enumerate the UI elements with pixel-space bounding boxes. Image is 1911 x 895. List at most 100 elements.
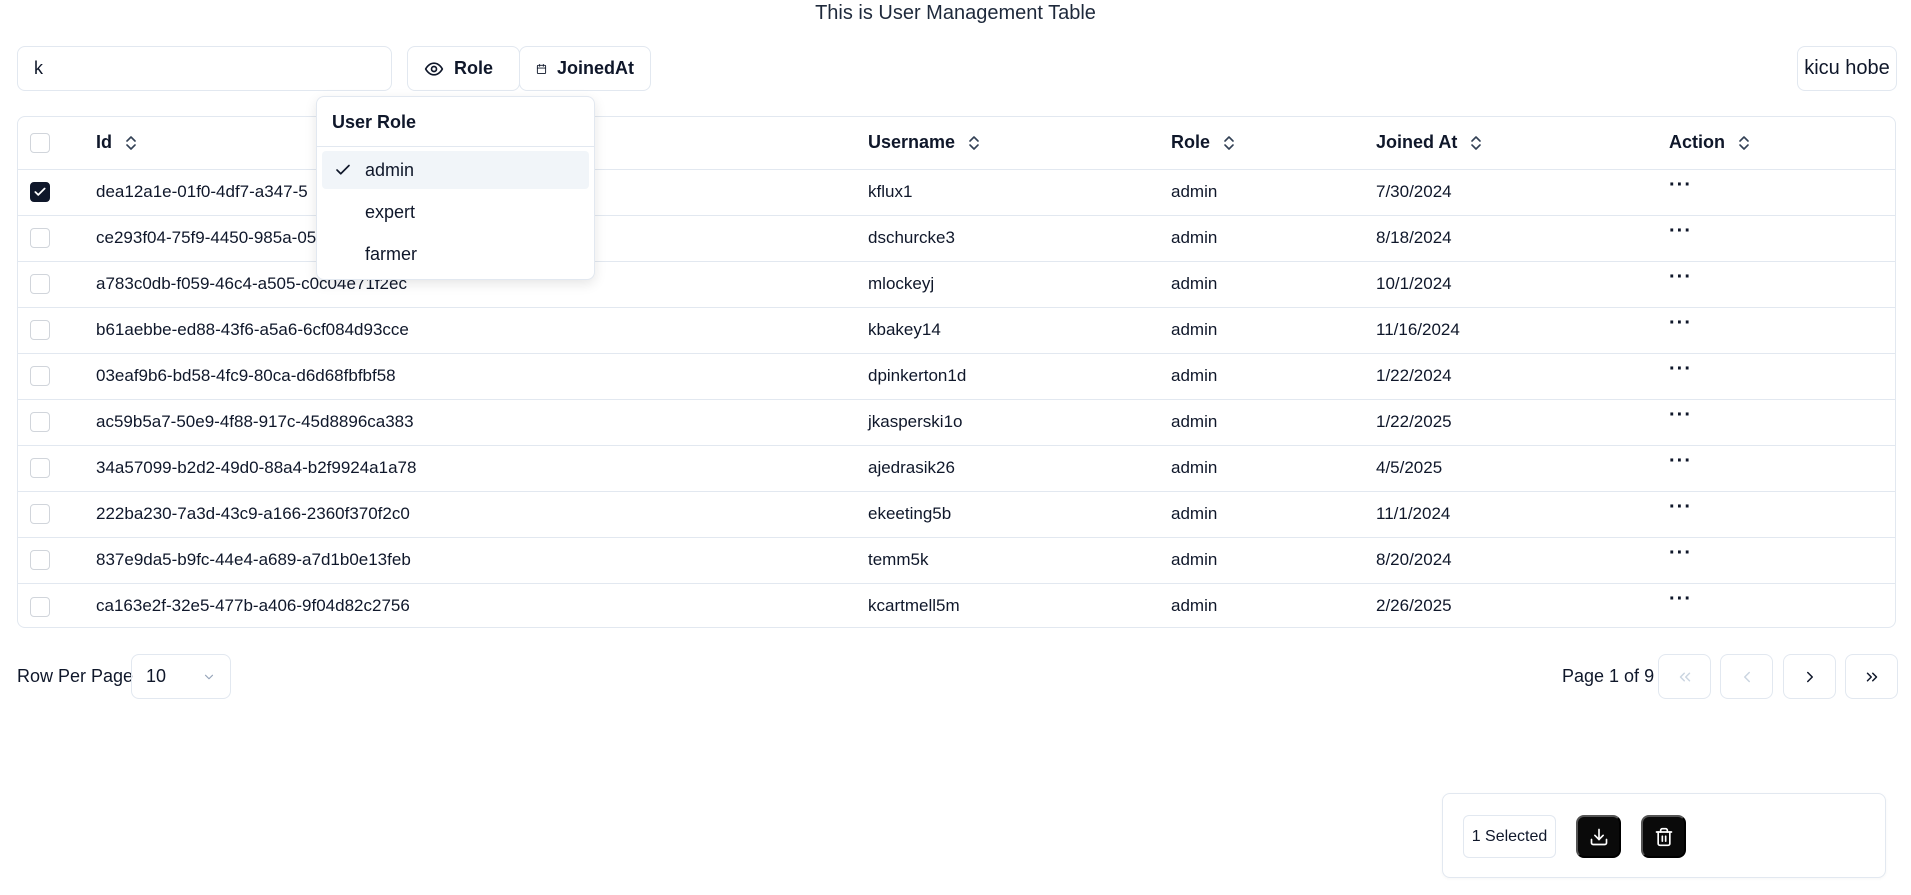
dropdown-title: User Role (317, 97, 594, 147)
cell-id: ca163e2f-32e5-477b-a406-9f04d82c2756 (96, 596, 410, 616)
row-checkbox[interactable] (30, 320, 50, 341)
cell-role: admin (1171, 458, 1218, 477)
chevron-right-icon (1806, 671, 1813, 682)
cell-action: ··· (1669, 261, 1895, 307)
joined-filter-button[interactable]: JoinedAt (519, 46, 651, 91)
calendar-icon (536, 63, 547, 74)
joined-filter-label: JoinedAt (556, 58, 634, 78)
table-row[interactable]: 03eaf9b6-bd58-4fc9-80ca-d6d68fbfbf58 dpin… (18, 353, 1895, 399)
chevrons-left-icon (1679, 672, 1690, 681)
cell-role: admin (1171, 596, 1218, 616)
role-filter-dropdown: User Role admin expert farmer (316, 96, 595, 280)
sort-icon[interactable] (124, 134, 138, 152)
table-row[interactable]: 222ba230-7a3d-43c9-a166-2360f370f2c0 ekee… (18, 491, 1895, 537)
dropdown-option-admin[interactable]: admin (322, 151, 589, 189)
sort-icon[interactable] (1222, 134, 1236, 152)
sort-icon[interactable] (1469, 134, 1483, 152)
user-menu-button[interactable]: kicu hobe (1797, 46, 1897, 91)
table-row[interactable]: b61aebbe-ed88-43f6-a5a6-6cf084d93cce kbak… (18, 307, 1895, 353)
role-filter-button[interactable]: Role (407, 46, 520, 91)
cell-id: ac59b5a7-50e9-4f88-917c-45d8896ca383 (96, 412, 414, 431)
next-page-button[interactable] (1783, 654, 1836, 699)
chevron-down-icon (204, 674, 214, 679)
user-table: Id Username Role Joined At Action dea12a… (17, 116, 1896, 628)
row-checkbox[interactable] (30, 550, 50, 571)
cell-username: temm5k (868, 550, 929, 569)
table-row[interactable]: dea12a1e-01f0-4df7-a347-5 kflux1 admin 7/30… (18, 169, 1895, 215)
more-horizontal-icon[interactable]: ··· (1669, 451, 1692, 471)
row-checkbox[interactable] (30, 596, 50, 617)
role-filter-label: Role (454, 58, 494, 78)
more-horizontal-icon[interactable]: ··· (1669, 543, 1692, 563)
row-checkbox[interactable] (30, 366, 50, 387)
search-input[interactable] (17, 46, 392, 91)
table-row[interactable]: ac59b5a7-50e9-4f88-917c-45d8896ca383 jkas… (18, 399, 1895, 445)
column-header-role[interactable]: Role (1171, 132, 1210, 153)
row-checkbox[interactable] (30, 228, 50, 249)
cell-joined-at: 11/1/2024 (1376, 504, 1451, 523)
dropdown-option-label: expert (365, 201, 416, 222)
cell-action: ··· (1669, 399, 1895, 445)
cell-username: dschurcke3 (868, 228, 955, 247)
dropdown-option-label: farmer (365, 243, 418, 264)
more-horizontal-icon[interactable]: ··· (1669, 221, 1692, 241)
first-page-button[interactable] (1658, 654, 1711, 699)
cell-username: dpinkerton1d (868, 366, 967, 385)
table-row[interactable]: ce293f04-75f9-4450-985a-05 dschurcke3 admi… (18, 215, 1895, 261)
cell-role: admin (1171, 320, 1218, 339)
dropdown-option-label: admin (365, 159, 415, 180)
more-horizontal-icon[interactable]: ··· (1669, 405, 1692, 425)
last-page-button[interactable] (1845, 654, 1898, 699)
sort-icon[interactable] (1737, 134, 1751, 152)
cell-joined-at: 7/30/2024 (1376, 182, 1452, 201)
delete-button[interactable] (1641, 815, 1686, 858)
cell-action: ··· (1669, 445, 1895, 491)
trash-icon (1655, 827, 1672, 846)
column-header-joined-at[interactable]: Joined At (1376, 132, 1457, 153)
cell-username: ajedrasik26 (868, 458, 955, 477)
more-horizontal-icon[interactable]: ··· (1669, 175, 1692, 195)
row-checkbox[interactable] (30, 504, 50, 525)
cell-role: admin (1171, 228, 1218, 247)
more-horizontal-icon[interactable]: ··· (1669, 267, 1692, 287)
cell-role: admin (1171, 550, 1218, 569)
cell-role: admin (1171, 412, 1218, 431)
cell-action: ··· (1669, 537, 1895, 583)
rows-per-page-label: Row Per Page (17, 666, 134, 686)
cell-id: 03eaf9b6-bd58-4fc9-80ca-d6d68fbfbf58 (96, 366, 396, 385)
row-checkbox[interactable] (30, 182, 50, 203)
table-row[interactable]: 34a57099-b2d2-49d0-88a4-b2f9924a1a78 ajed… (18, 445, 1895, 491)
download-button[interactable] (1576, 815, 1621, 858)
dropdown-option-farmer[interactable]: farmer (322, 235, 589, 273)
cell-username: mlockeyj (868, 274, 935, 293)
table-row[interactable]: a783c0db-f059-46c4-a505-c0c04e71f2ec mloc… (18, 261, 1895, 307)
page-title: This is User Management Table (815, 2, 1096, 24)
cell-action: ··· (1669, 215, 1895, 261)
column-header-action[interactable]: Action (1669, 132, 1725, 153)
more-horizontal-icon[interactable]: ··· (1669, 497, 1692, 517)
check-icon (336, 164, 350, 175)
cell-id: b61aebbe-ed88-43f6-a5a6-6cf084d93cce (96, 320, 409, 339)
cell-username: kflux1 (868, 182, 913, 201)
more-horizontal-icon[interactable]: ··· (1669, 359, 1692, 379)
more-horizontal-icon[interactable]: ··· (1669, 589, 1692, 609)
download-icon (1590, 828, 1607, 845)
cell-action: ··· (1669, 353, 1895, 399)
column-header-username[interactable]: Username (868, 132, 955, 153)
row-checkbox[interactable] (30, 458, 50, 479)
select-all-checkbox[interactable] (30, 133, 50, 154)
dropdown-option-expert[interactable]: expert (322, 193, 589, 231)
cell-action: ··· (1669, 307, 1895, 353)
table-row[interactable]: 837e9da5-b9fc-44e4-a689-a7d1b0e13feb temm… (18, 537, 1895, 583)
table-row[interactable]: ca163e2f-32e5-477b-a406-9f04d82c2756 kcar… (18, 583, 1895, 627)
row-checkbox[interactable] (30, 412, 50, 433)
sort-icon[interactable] (967, 134, 981, 152)
cell-joined-at: 8/20/2024 (1376, 550, 1452, 569)
row-checkbox[interactable] (30, 274, 50, 295)
column-header-id[interactable]: Id (96, 132, 112, 153)
rows-per-page-select[interactable]: 10 (131, 654, 231, 699)
page-info: Page 1 of 9 (1562, 666, 1655, 686)
more-horizontal-icon[interactable]: ··· (1669, 313, 1692, 333)
check-icon (34, 187, 46, 197)
previous-page-button[interactable] (1720, 654, 1773, 699)
